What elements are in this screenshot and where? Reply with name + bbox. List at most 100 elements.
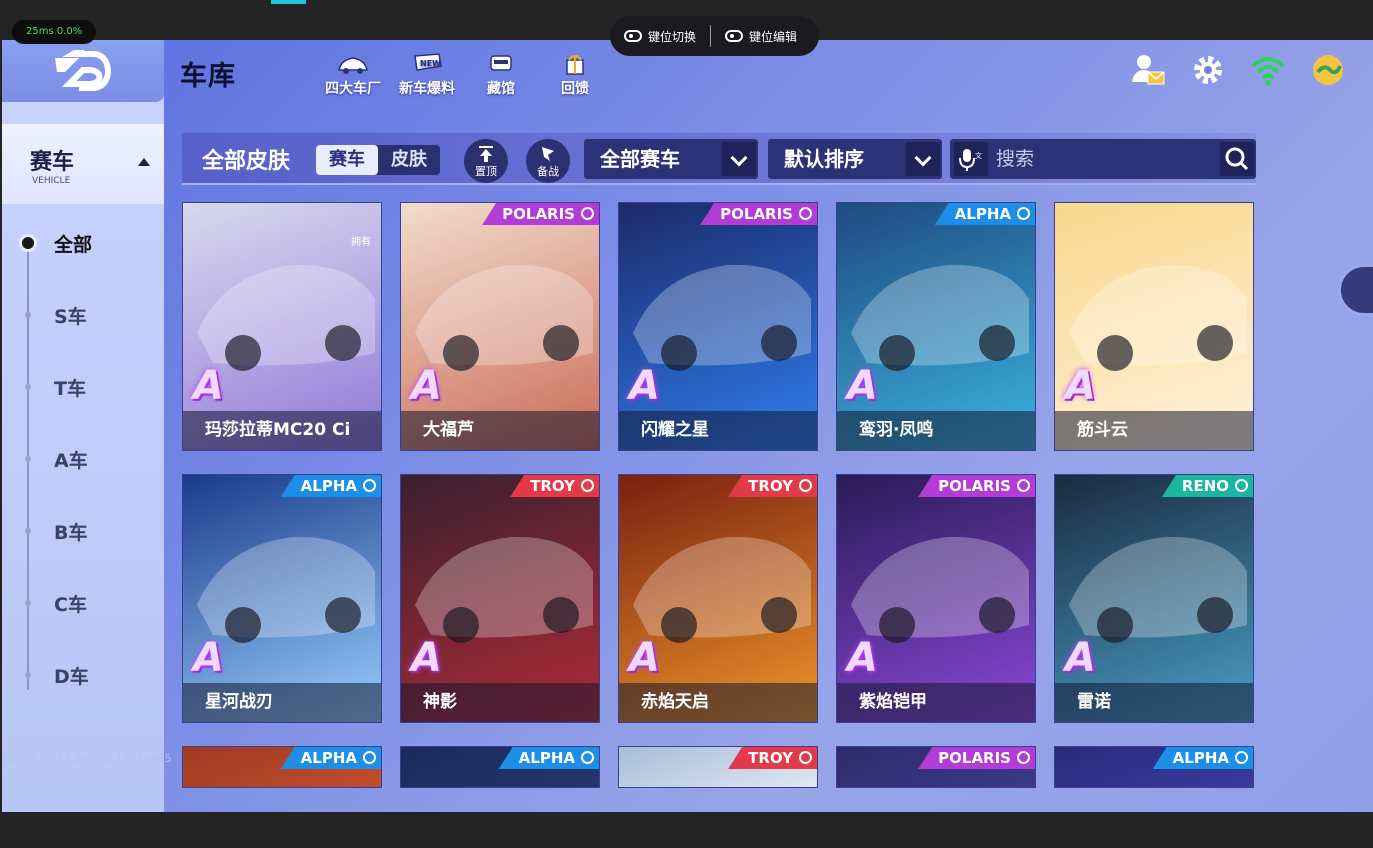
search-box[interactable]: 文 搜索 [950, 139, 1256, 179]
svg-text:NEW: NEW [420, 59, 441, 68]
filter-toolbar: 全部皮肤 赛车 皮肤 置顶 备战 全部赛车 默认排序 文 搜索 [182, 133, 1256, 185]
top-accent [271, 0, 306, 4]
car-card[interactable]: TROY A 赤焰天启 [618, 474, 818, 723]
filter-item[interactable]: C车 [54, 590, 87, 617]
car-card[interactable]: 拥有 A 玛莎拉蒂MC20 Ci [182, 202, 382, 451]
backup-label: 备战 [537, 165, 559, 178]
car-card[interactable]: ALPHA A 星河战刃 [182, 474, 382, 723]
car-card[interactable]: A 筋斗云 [1054, 202, 1254, 451]
filter-item[interactable]: S车 [54, 302, 87, 329]
nav-four-factories[interactable]: 四大车厂 [318, 52, 388, 98]
car-card[interactable]: POLARIS A 紫焰铠甲 [836, 474, 1036, 723]
window-bottombar [0, 812, 1373, 848]
voice-input-icon[interactable]: 文 [954, 142, 988, 176]
filter-item[interactable]: 全部 [54, 230, 92, 257]
brand-emblem-icon [1017, 479, 1030, 492]
category-tab-vehicle[interactable]: 赛车 VEHICLE [2, 124, 164, 204]
brand-tag: POLARIS [918, 747, 1035, 769]
car-card[interactable]: POLARIS A 闪耀之星 [618, 202, 818, 451]
car-card[interactable]: ALPHA [1054, 746, 1254, 788]
seg-car[interactable]: 赛车 [316, 145, 378, 175]
rank-badge: A [1065, 635, 1096, 681]
side-expand-handle[interactable] [1338, 264, 1373, 316]
nav-rewards[interactable]: 回馈 [540, 52, 610, 98]
filter-item[interactable]: A车 [54, 446, 88, 473]
car-card[interactable]: ALPHA [400, 746, 600, 788]
brand-tag: ALPHA [934, 203, 1035, 225]
arrow-up-icon [479, 146, 493, 162]
car-card[interactable]: POLARIS [836, 746, 1036, 788]
car-name: 赤焰天启 [641, 692, 709, 712]
filter-dot [25, 672, 31, 678]
car-card[interactable]: TROY [618, 746, 818, 788]
car-filter-dropdown[interactable]: 全部赛车 [584, 139, 758, 179]
brand-tag: ALPHA [280, 747, 381, 769]
brand-emblem-icon [1017, 207, 1030, 220]
car-name: 鸾羽·凤鸣 [859, 420, 934, 440]
car-name: 紫焰铠甲 [859, 692, 927, 712]
category-label: 赛车 [30, 150, 75, 175]
search-icon[interactable] [1220, 142, 1254, 176]
brand-emblem-icon [799, 207, 812, 220]
brand-emblem-icon [581, 479, 594, 492]
nav-label: 藏馆 [487, 81, 515, 97]
car-card[interactable]: RENO A 雷诺 [1054, 474, 1254, 723]
brand-emblem-icon [1235, 751, 1248, 764]
key-mapping-bar: 键位切换 键位编辑 [610, 16, 819, 56]
car-card[interactable]: ALPHA A 鸾羽·凤鸣 [836, 202, 1036, 451]
car-name: 大福芦 [423, 420, 474, 440]
brand-tag: POLARIS [918, 475, 1035, 497]
gamepad-icon [624, 30, 642, 42]
nav-label: 新车爆料 [399, 81, 455, 97]
seg-skin[interactable]: 皮肤 [378, 145, 440, 175]
brand-emblem-icon [363, 479, 376, 492]
category-sublabel: VEHICLE [32, 176, 71, 186]
rank-badge: A [847, 635, 878, 681]
brand-emblem-icon [1235, 479, 1248, 492]
nav-label: 四大车厂 [325, 81, 381, 97]
filter-item[interactable]: B车 [54, 518, 87, 545]
game-screen: 赛车 VEHICLE 全部 S车 T车 A车 B车 C车 D车 车库 四大车厂 NEW 新车… [2, 40, 1373, 812]
brand-emblem-icon [799, 479, 812, 492]
chevron-down-icon [906, 142, 940, 176]
perf-indicator: 25ms 0.0% [12, 20, 97, 44]
logo-icon [55, 50, 111, 91]
sort-dropdown[interactable]: 默认排序 [768, 139, 942, 179]
car-card[interactable]: TROY A 神影 [400, 474, 600, 723]
pin-top-button[interactable]: 置顶 [464, 139, 508, 183]
filter-dot [25, 528, 31, 534]
chevron-down-icon [722, 142, 756, 176]
car-card[interactable]: POLARIS A 大福芦 [400, 202, 600, 451]
key-switch-button[interactable]: 键位切换 [610, 16, 710, 56]
filter-dot [25, 312, 31, 318]
friends-mail-icon[interactable] [1130, 52, 1166, 88]
rank-badge: A [193, 635, 224, 681]
brand-emblem-icon [581, 751, 594, 764]
search-input[interactable]: 搜索 [996, 139, 1034, 179]
currency-icon[interactable] [1310, 52, 1346, 88]
caret-up-icon [138, 158, 150, 166]
wifi-icon [1251, 57, 1285, 86]
all-skins-label: 全部皮肤 [202, 149, 291, 174]
filter-item[interactable]: T车 [54, 374, 86, 401]
filter-item[interactable]: D车 [54, 662, 89, 689]
brand-tag: TROY [510, 475, 599, 497]
filter-dot [25, 600, 31, 606]
key-edit-button[interactable]: 键位编辑 [711, 16, 811, 56]
car-filter-value: 全部赛车 [600, 147, 680, 171]
car-name: 闪耀之星 [641, 420, 709, 440]
brand-tag: ALPHA [280, 475, 381, 497]
sort-value: 默认排序 [784, 147, 864, 171]
rank-badge: A [1065, 363, 1096, 409]
car-factory-icon [338, 57, 368, 74]
nav-new-car-news[interactable]: NEW 新车爆料 [392, 52, 462, 98]
car-name: 筋斗云 [1077, 420, 1128, 440]
nav-collection[interactable]: 藏馆 [466, 52, 536, 98]
new-badge-icon: NEW [414, 53, 442, 71]
filter-dot [25, 456, 31, 462]
gear-icon[interactable] [1190, 52, 1226, 88]
car-collection-icon [490, 55, 512, 71]
backup-button[interactable]: 备战 [526, 139, 570, 183]
car-card[interactable]: ALPHA [182, 746, 382, 788]
game-logo [2, 40, 164, 102]
